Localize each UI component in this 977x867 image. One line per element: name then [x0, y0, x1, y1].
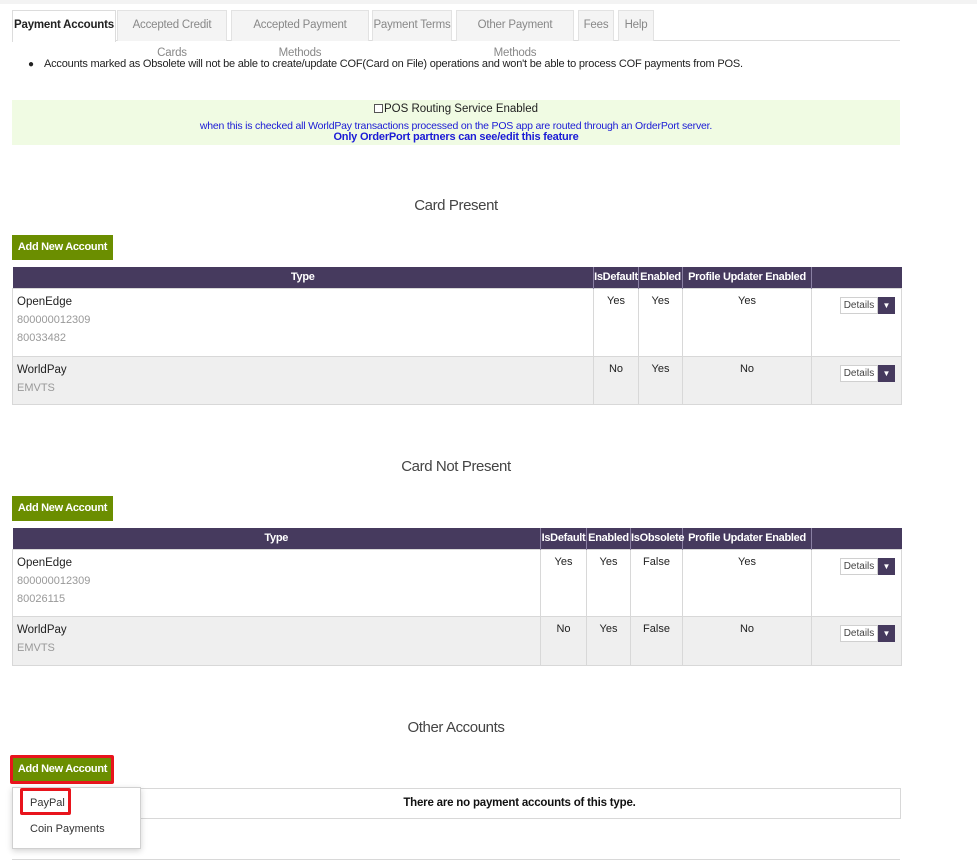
column-header-isdefault: IsDefault — [593, 267, 639, 288]
account-name: WorldPay — [17, 363, 67, 376]
isdefault-cell: No — [540, 615, 587, 666]
caret-down-icon[interactable]: ▼ — [878, 364, 895, 382]
bullet-icon: ● — [28, 59, 34, 70]
caret-down-icon[interactable]: ▼ — [878, 557, 895, 575]
table-header-row: Type IsDefault Enabled IsObsolete Profil… — [12, 528, 902, 549]
actions-cell: Details ▼ — [811, 548, 902, 617]
dropdown-item-coin-payments[interactable]: Coin Payments — [30, 823, 105, 835]
tab-help[interactable]: Help — [618, 10, 654, 41]
paypal-highlight — [20, 788, 71, 815]
details-button[interactable]: Details — [840, 364, 878, 382]
profile-updater-cell: No — [682, 355, 812, 405]
column-header-isobsolete: IsObsolete — [630, 528, 685, 549]
card-not-present-title: Card Not Present — [401, 458, 511, 475]
account-name: WorldPay — [17, 623, 67, 636]
account-type-cell: OpenEdge 800000012309 80033482 — [12, 287, 594, 357]
obsolete-notice-text: Accounts marked as Obsolete will not be … — [44, 58, 743, 70]
actions-cell: Details ▼ — [811, 287, 902, 357]
tab-payment-terms[interactable]: Payment Terms — [372, 10, 452, 41]
details-button[interactable]: Details — [840, 624, 878, 642]
column-header-type: Type — [12, 528, 541, 549]
enabled-cell: Yes — [638, 287, 683, 357]
top-border — [0, 0, 977, 4]
account-terminal-id: 80026115 — [17, 592, 66, 605]
card-present-add-account-button[interactable]: Add New Account — [12, 235, 113, 260]
card-present-table: Type IsDefault Enabled Profile Updater E… — [12, 267, 902, 405]
isdefault-cell: Yes — [540, 548, 587, 617]
table-row: WorldPay EMVTS No Yes No Details ▼ — [12, 355, 902, 405]
card-present-title: Card Present — [414, 197, 498, 214]
pos-routing-panel: POS Routing Service Enabled when this is… — [12, 100, 900, 145]
table-row: OpenEdge 800000012309 80026115 Yes Yes F… — [12, 548, 902, 617]
tab-other-payment-methods[interactable]: Other Payment Methods — [456, 10, 574, 59]
card-not-present-table: Type IsDefault Enabled IsObsolete Profil… — [12, 528, 902, 666]
account-merchant-id: EMVTS — [17, 641, 55, 654]
tab-accepted-payment-methods[interactable]: Accepted Payment Methods — [231, 10, 369, 59]
bottom-divider — [12, 859, 900, 860]
add-account-highlight — [10, 755, 114, 784]
pos-routing-checkbox-row[interactable]: POS Routing Service Enabled — [12, 103, 900, 115]
isdefault-cell: No — [593, 355, 639, 405]
column-header-actions — [811, 528, 902, 549]
isobsolete-cell: False — [630, 548, 683, 617]
column-header-enabled: Enabled — [586, 528, 631, 549]
profile-updater-cell: No — [682, 615, 812, 666]
tab-bar: Payment Accounts Accepted Credit Cards A… — [12, 10, 900, 59]
no-accounts-message: There are no payment accounts of this ty… — [139, 788, 901, 819]
enabled-cell: Yes — [586, 548, 631, 617]
caret-down-icon[interactable]: ▼ — [878, 624, 895, 642]
account-name: OpenEdge — [17, 556, 72, 569]
details-button[interactable]: Details — [840, 296, 878, 314]
card-not-present-add-account-button[interactable]: Add New Account — [12, 496, 113, 521]
column-header-actions — [811, 267, 902, 288]
tab-fees[interactable]: Fees — [578, 10, 614, 41]
table-row: OpenEdge 800000012309 80033482 Yes Yes Y… — [12, 287, 902, 357]
account-type-cell: WorldPay EMVTS — [12, 355, 594, 405]
account-merchant-id: EMVTS — [17, 381, 55, 394]
account-merchant-id: 800000012309 — [17, 574, 91, 587]
account-type-cell: WorldPay EMVTS — [12, 615, 541, 666]
column-header-enabled: Enabled — [638, 267, 683, 288]
account-terminal-id: 80033482 — [17, 331, 66, 344]
column-header-type: Type — [12, 267, 594, 288]
account-type-cell: OpenEdge 800000012309 80026115 — [12, 548, 541, 617]
table-row: WorldPay EMVTS No Yes False No Details ▼ — [12, 615, 902, 666]
column-header-isdefault: IsDefault — [540, 528, 587, 549]
caret-down-icon[interactable]: ▼ — [878, 296, 895, 314]
pos-routing-partner-note: Only OrderPort partners can see/edit thi… — [333, 131, 579, 143]
account-name: OpenEdge — [17, 295, 72, 308]
table-header-row: Type IsDefault Enabled Profile Updater E… — [12, 267, 902, 288]
checkbox-icon[interactable] — [373, 104, 383, 113]
details-button[interactable]: Details — [840, 557, 878, 575]
tab-accepted-credit-cards[interactable]: Accepted Credit Cards — [117, 10, 227, 59]
column-header-profile-updater: Profile Updater Enabled — [682, 267, 812, 288]
profile-updater-cell: Yes — [682, 287, 812, 357]
enabled-cell: Yes — [586, 615, 631, 666]
isdefault-cell: Yes — [593, 287, 639, 357]
actions-cell: Details ▼ — [811, 355, 902, 405]
actions-cell: Details ▼ — [811, 615, 902, 666]
profile-updater-cell: Yes — [682, 548, 812, 617]
tab-payment-accounts[interactable]: Payment Accounts — [12, 10, 116, 42]
other-accounts-title: Other Accounts — [407, 719, 505, 736]
pos-routing-label: POS Routing Service Enabled — [383, 103, 539, 115]
account-merchant-id: 800000012309 — [17, 313, 91, 326]
column-header-profile-updater: Profile Updater Enabled — [682, 528, 812, 549]
enabled-cell: Yes — [638, 355, 683, 405]
isobsolete-cell: False — [630, 615, 683, 666]
